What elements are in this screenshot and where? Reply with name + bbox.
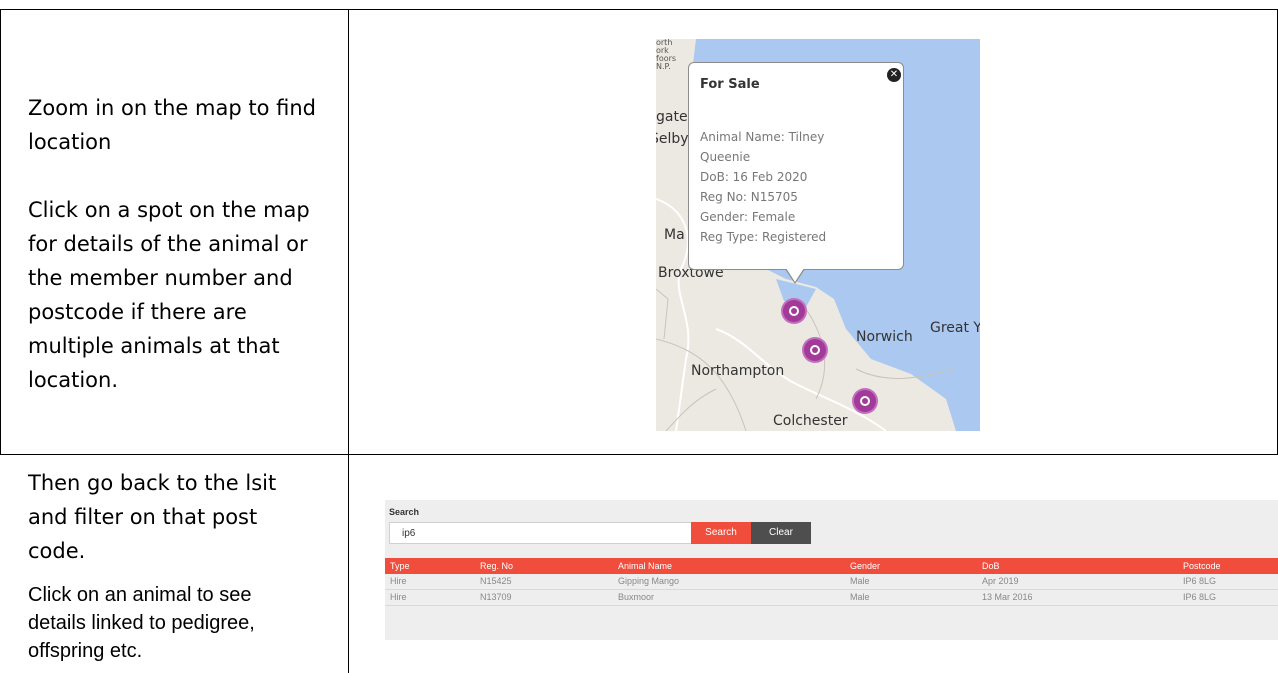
text-line: multiple animals at that xyxy=(28,334,280,358)
map-small-label: N.P. xyxy=(656,62,671,71)
header-dob[interactable]: DoB xyxy=(982,558,1000,574)
search-label: Search xyxy=(389,507,420,517)
header-gender[interactable]: Gender xyxy=(850,558,880,574)
map-label-great-y: Great Y xyxy=(930,320,980,336)
popup-title: For Sale xyxy=(700,77,760,92)
popup-details: Animal Name: Tilney Queenie DoB: 16 Feb … xyxy=(700,127,826,247)
cell-dob: 13 Mar 2016 xyxy=(982,592,1033,602)
table-row[interactable]: Hire N15425 Gipping Mango Male Apr 2019 … xyxy=(385,574,1278,590)
map-label-northampton: Northampton xyxy=(691,363,785,379)
search-panel: Search Search Clear Type Reg. No Animal … xyxy=(385,500,1278,640)
map-label-moors: orth ork foors N.P. xyxy=(656,39,676,71)
cell-postcode: IP6 8LG xyxy=(1183,576,1217,586)
map-marker[interactable] xyxy=(854,390,876,412)
cell-reg-no: N13709 xyxy=(480,592,512,602)
clear-button[interactable]: Clear xyxy=(751,522,811,544)
text-line: Zoom in on the map to find xyxy=(28,96,316,120)
table-border-divider xyxy=(348,9,349,673)
table-header: Type Reg. No Animal Name Gender DoB Post… xyxy=(385,558,1278,574)
cell-dob: Apr 2019 xyxy=(982,576,1019,586)
instruction-filter: Then go back to the lsit and filter on t… xyxy=(28,466,276,568)
text-line: location xyxy=(28,130,112,154)
text-line: postcode if there are xyxy=(28,300,247,324)
text-line: offspring etc. xyxy=(28,640,143,662)
search-button[interactable]: Search xyxy=(691,522,751,544)
map-info-popup: For Sale ✕ Animal Name: Tilney Queenie D… xyxy=(688,62,904,270)
text-line: and filter on that post xyxy=(28,505,258,529)
popup-line: Reg No: N15705 xyxy=(700,190,798,204)
text-line: Click on a spot on the map xyxy=(28,198,310,222)
table-border-middle xyxy=(0,454,1278,455)
instruction-click-animal: Click on an animal to see details linked… xyxy=(28,581,255,665)
popup-line: Queenie xyxy=(700,150,751,164)
popup-line: DoB: 16 Feb 2020 xyxy=(700,170,808,184)
table-row[interactable]: Hire N13709 Buxmoor Male 13 Mar 2016 IP6… xyxy=(385,590,1278,606)
instruction-zoom: Zoom in on the map to find location xyxy=(28,91,316,159)
map-label-selby: Selby xyxy=(656,131,689,147)
text-line: location. xyxy=(28,368,118,392)
map-label-colchester: Colchester xyxy=(773,413,848,429)
header-reg-no[interactable]: Reg. No xyxy=(480,558,513,574)
map-marker[interactable] xyxy=(783,300,805,322)
map-label-norwich: Norwich xyxy=(856,329,913,345)
popup-line: Gender: Female xyxy=(700,210,796,224)
cell-animal-name: Gipping Mango xyxy=(618,576,680,586)
table-border-top xyxy=(0,9,1278,10)
map-label-ma: Ma xyxy=(664,227,685,243)
text-line: the member number and xyxy=(28,266,293,290)
text-line: Click on an animal to see xyxy=(28,584,252,606)
close-icon[interactable]: ✕ xyxy=(887,68,901,82)
text-line: details linked to pedigree, xyxy=(28,612,255,634)
map-marker[interactable] xyxy=(804,339,826,361)
popup-line: Reg Type: Registered xyxy=(700,230,827,244)
instruction-click-spot: Click on a spot on the map for details o… xyxy=(28,193,310,397)
cell-animal-name: Buxmoor xyxy=(618,592,655,602)
header-postcode[interactable]: Postcode xyxy=(1183,558,1221,574)
header-type[interactable]: Type xyxy=(390,558,410,574)
text-line: Then go back to the lsit xyxy=(28,471,277,495)
search-input[interactable] xyxy=(389,522,694,544)
cell-gender: Male xyxy=(850,576,870,586)
popup-line: Animal Name: Tilney xyxy=(700,130,825,144)
cell-reg-no: N15425 xyxy=(480,576,512,586)
cell-type: Hire xyxy=(390,592,407,602)
popup-pointer xyxy=(786,268,804,282)
map-label-gate: gate xyxy=(656,109,688,125)
cell-postcode: IP6 8LG xyxy=(1183,592,1217,602)
table-border-left xyxy=(0,9,1,455)
text-line: for details of the animal or xyxy=(28,232,308,256)
cell-type: Hire xyxy=(390,576,407,586)
header-animal-name[interactable]: Animal Name xyxy=(618,558,672,574)
text-line: code. xyxy=(28,539,86,563)
document-table: Zoom in on the map to find location Clic… xyxy=(0,0,1278,673)
cell-gender: Male xyxy=(850,592,870,602)
